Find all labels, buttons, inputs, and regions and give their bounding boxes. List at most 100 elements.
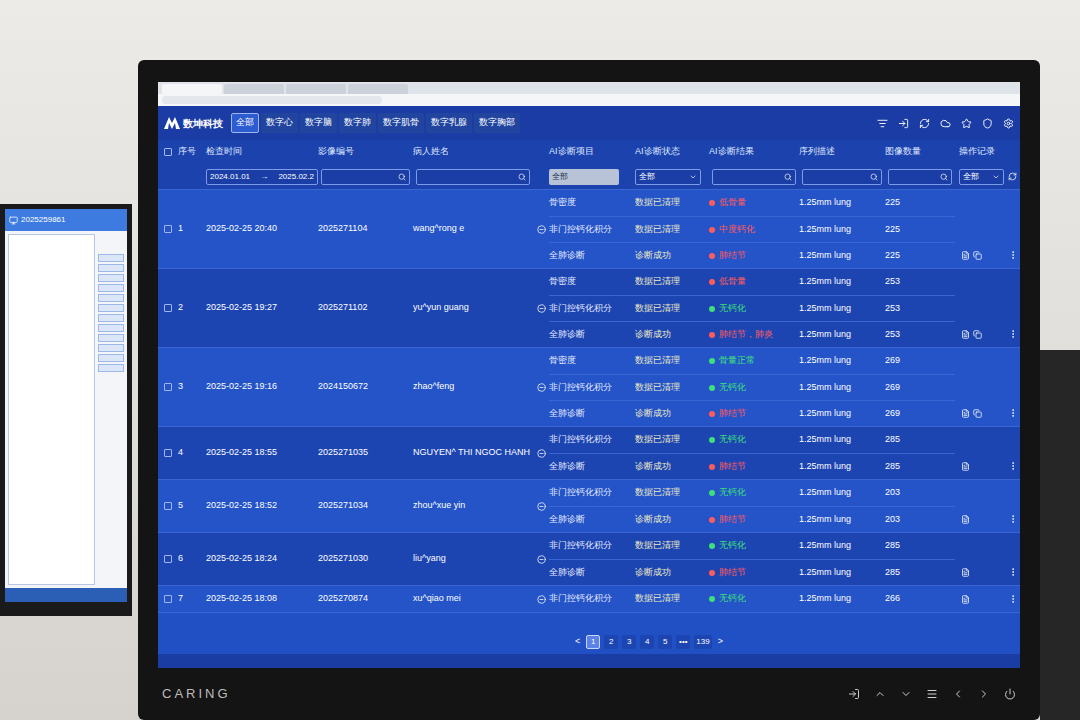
down-icon[interactable]: [900, 688, 912, 700]
shield-icon[interactable]: [982, 118, 993, 129]
nav-tab[interactable]: 数字肺: [339, 113, 376, 133]
count-filter[interactable]: [888, 169, 952, 185]
input-icon[interactable]: [848, 688, 860, 700]
more-icon[interactable]: [1008, 594, 1018, 604]
table-row[interactable]: 62025-02-25 18:242025271030liu^yang非门控钙化…: [158, 533, 1020, 586]
refresh-icon[interactable]: [1008, 172, 1017, 181]
page-button[interactable]: 3: [622, 635, 636, 649]
row-checkbox[interactable]: [164, 555, 172, 563]
more-icon[interactable]: [1008, 567, 1018, 577]
browser-tab[interactable]: [224, 84, 284, 94]
power-icon[interactable]: [1004, 688, 1016, 700]
up-icon[interactable]: [874, 688, 886, 700]
sync-icon[interactable]: [919, 118, 930, 129]
page-button[interactable]: 5: [658, 635, 672, 649]
more-icon[interactable]: [1008, 408, 1018, 418]
status-filter[interactable]: 全部: [635, 169, 701, 185]
settings-icon[interactable]: [1003, 118, 1014, 129]
tool-button[interactable]: [98, 254, 124, 262]
more-icon[interactable]: [1008, 329, 1018, 339]
record-icon[interactable]: [961, 409, 970, 418]
row-checkbox[interactable]: [164, 595, 172, 603]
tool-button[interactable]: [98, 274, 124, 282]
operation-filter[interactable]: 全部: [959, 169, 1004, 185]
row-checkbox[interactable]: [164, 449, 172, 457]
project-filter[interactable]: 全部: [549, 169, 619, 185]
browser-tab[interactable]: [162, 84, 222, 94]
date-range[interactable]: 2024.01.01→2025.02.2: [206, 169, 318, 185]
collapse-icon[interactable]: [537, 225, 546, 234]
browser-tab[interactable]: [348, 84, 408, 94]
nav-tab[interactable]: 数字脑: [300, 113, 337, 133]
next-page[interactable]: >: [716, 635, 725, 649]
copy-icon[interactable]: [973, 330, 982, 339]
browser-tab[interactable]: [286, 84, 346, 94]
page-button[interactable]: 1: [586, 635, 600, 649]
collapse-icon[interactable]: [537, 383, 546, 392]
address-bar[interactable]: [162, 96, 382, 104]
tool-button[interactable]: [98, 314, 124, 322]
right-icon[interactable]: [978, 688, 990, 700]
login-icon[interactable]: [898, 118, 909, 129]
table-row[interactable]: 42025-02-25 18:552025271035NGUYEN^ THI N…: [158, 427, 1020, 480]
more-icon[interactable]: [1008, 461, 1018, 471]
tool-button[interactable]: [98, 264, 124, 272]
series-filter[interactable]: [802, 169, 882, 185]
collapse-icon[interactable]: [537, 304, 546, 313]
prev-page[interactable]: <: [573, 635, 582, 649]
star-icon[interactable]: [961, 118, 972, 129]
page-button[interactable]: •••: [676, 635, 690, 649]
diagnosis-row: 全肺诊断诊断成功肺结节1.25mm lung285: [549, 559, 955, 585]
record-icon[interactable]: [961, 251, 970, 260]
record-icon[interactable]: [961, 462, 970, 471]
collapse-icon[interactable]: [537, 449, 546, 458]
result-filter[interactable]: [712, 169, 796, 185]
page-button[interactable]: 4: [640, 635, 654, 649]
copy-icon[interactable]: [973, 251, 982, 260]
tool-button[interactable]: [98, 284, 124, 292]
table-row[interactable]: 32025-02-25 19:162024150672zhao^feng骨密度数…: [158, 348, 1020, 427]
nav-tab[interactable]: 数字肌骨: [378, 113, 424, 133]
tool-button[interactable]: [98, 294, 124, 302]
record-icon[interactable]: [961, 568, 970, 577]
tool-button[interactable]: [98, 324, 124, 332]
record-icon[interactable]: [961, 330, 970, 339]
page-button[interactable]: 139: [694, 635, 711, 649]
row-time: 2025-02-25 18:08: [206, 586, 318, 612]
id-filter[interactable]: [321, 169, 410, 185]
nav-tab[interactable]: 数字胸部: [474, 113, 520, 133]
nav-tab[interactable]: 数字乳腺: [426, 113, 472, 133]
left-icon[interactable]: [952, 688, 964, 700]
row-checkbox[interactable]: [164, 225, 172, 233]
page-button[interactable]: 2: [604, 635, 618, 649]
row-checkbox[interactable]: [164, 383, 172, 391]
nav-tab[interactable]: 全部: [231, 113, 259, 133]
tool-button[interactable]: [98, 344, 124, 352]
header-checkbox[interactable]: [164, 148, 172, 156]
table-row[interactable]: 52025-02-25 18:522025271034zhou^xue yin非…: [158, 480, 1020, 533]
more-icon[interactable]: [1008, 514, 1018, 524]
nav-tab[interactable]: 数字心: [261, 113, 298, 133]
collapse-icon[interactable]: [537, 595, 546, 604]
tool-button[interactable]: [98, 364, 124, 372]
copy-icon[interactable]: [973, 409, 982, 418]
search-icon: [518, 173, 526, 181]
table-row[interactable]: 72025-02-25 18:082025270874xu^qiao mei非门…: [158, 586, 1020, 613]
cloud-icon[interactable]: [940, 118, 951, 129]
name-filter[interactable]: [416, 169, 530, 185]
table-row[interactable]: 12025-02-25 20:402025271104wang^rong e骨密…: [158, 190, 1020, 269]
tool-button[interactable]: [98, 334, 124, 342]
more-icon[interactable]: [1008, 250, 1018, 260]
collapse-icon[interactable]: [537, 555, 546, 564]
list-icon[interactable]: [877, 118, 888, 129]
table-row[interactable]: 22025-02-25 19:272025271102yu^yun guang骨…: [158, 269, 1020, 348]
row-checkbox[interactable]: [164, 304, 172, 312]
result-dot: [709, 411, 715, 417]
record-icon[interactable]: [961, 515, 970, 524]
menu-icon[interactable]: [926, 688, 938, 700]
tool-button[interactable]: [98, 354, 124, 362]
collapse-icon[interactable]: [537, 502, 546, 511]
record-icon[interactable]: [961, 595, 970, 604]
row-checkbox[interactable]: [164, 502, 172, 510]
tool-button[interactable]: [98, 304, 124, 312]
